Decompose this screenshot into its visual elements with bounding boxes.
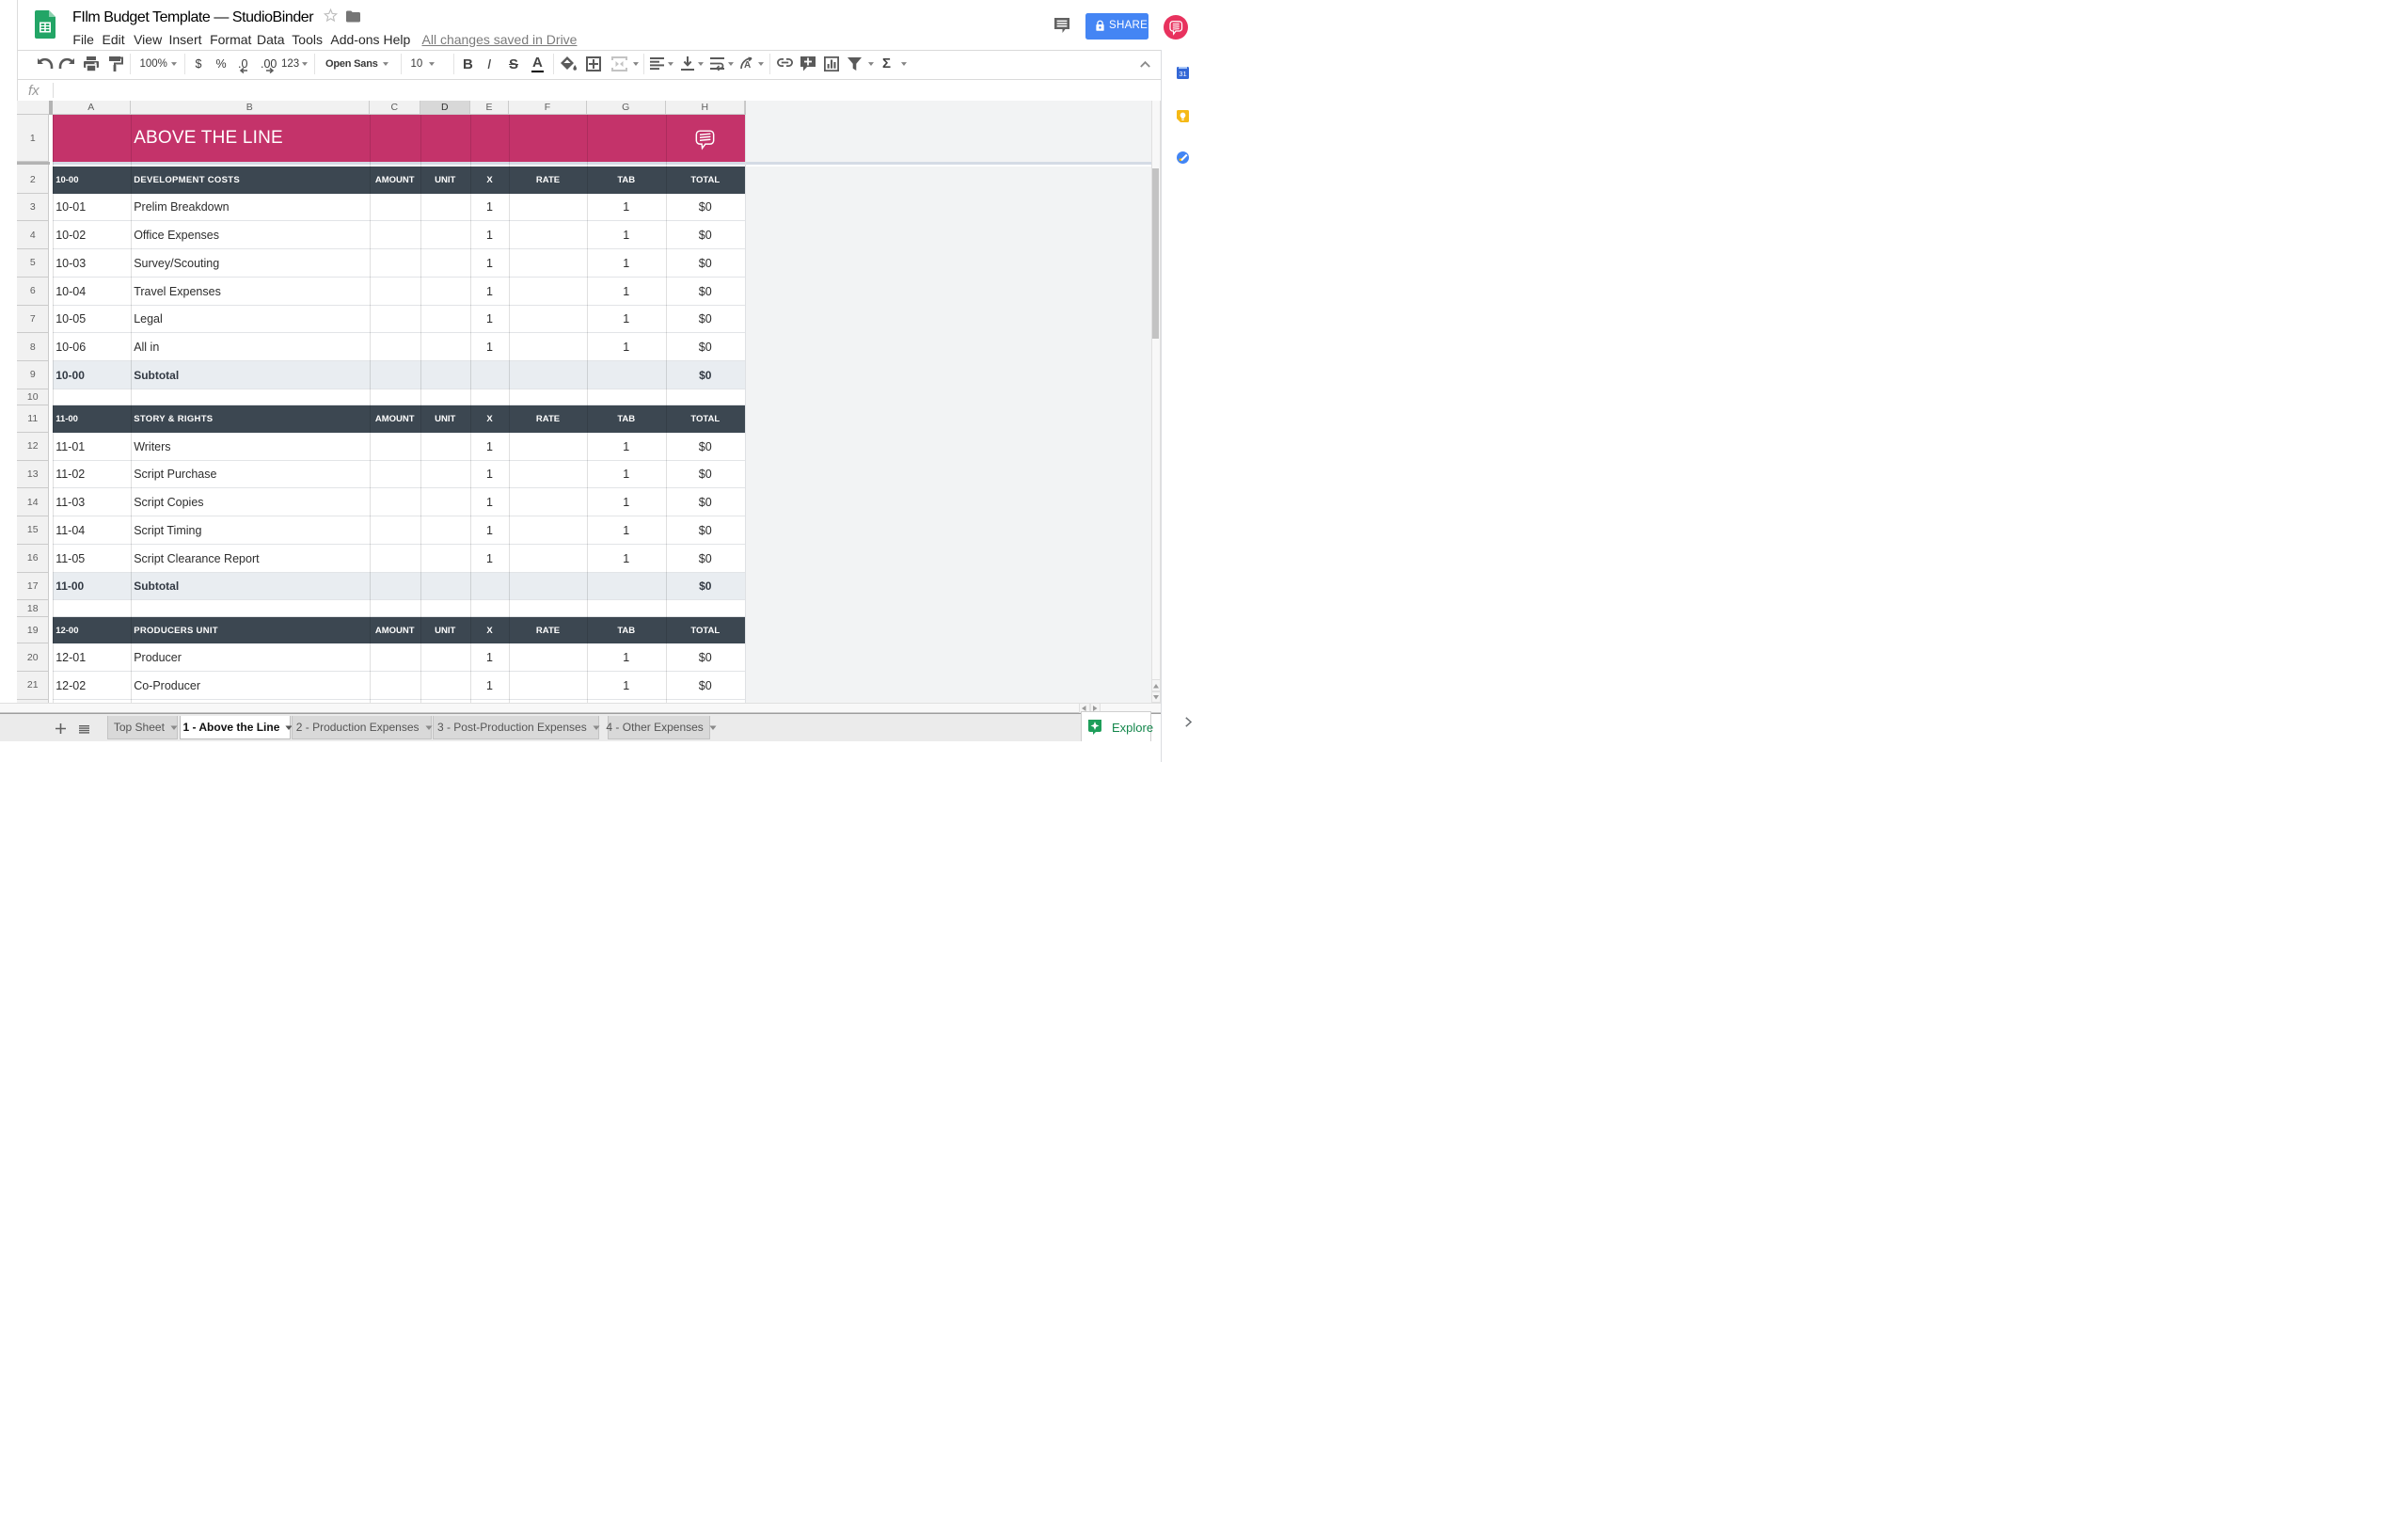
svg-text:31: 31 bbox=[1179, 70, 1186, 78]
svg-text:A: A bbox=[744, 60, 751, 71]
